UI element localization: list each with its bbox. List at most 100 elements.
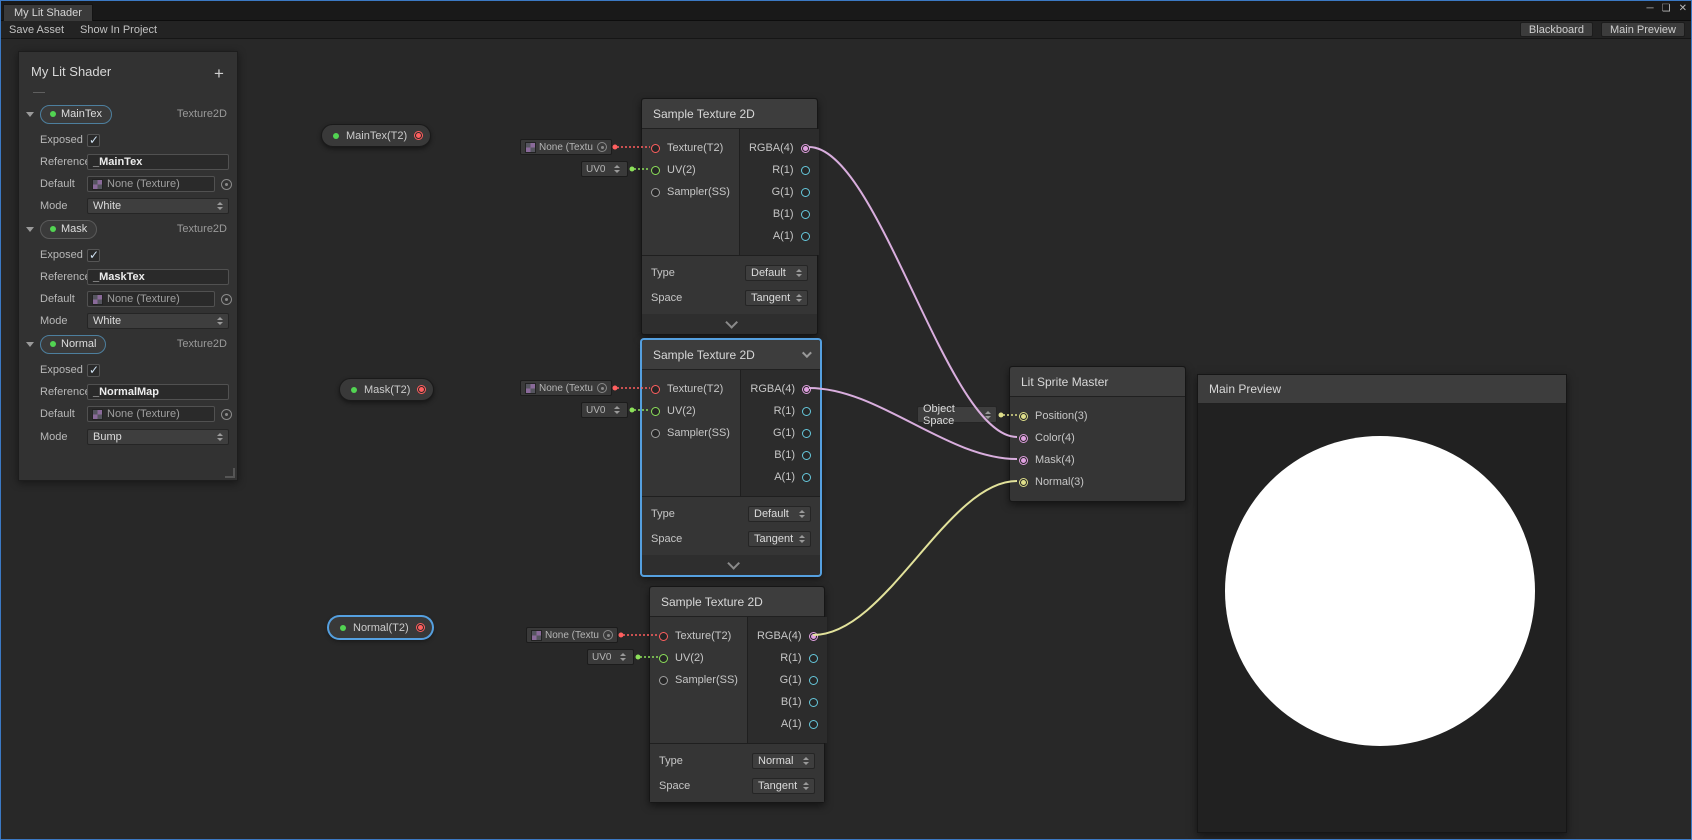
output-port-rgba[interactable] — [809, 632, 818, 641]
uv-channel-dongle[interactable]: UV0 — [587, 649, 634, 665]
mode-dropdown[interactable]: White — [87, 313, 229, 329]
input-port-sampler[interactable] — [651, 429, 660, 438]
reference-field[interactable]: _NormalMap — [87, 384, 229, 400]
uv-channel-dongle[interactable]: UV0 — [581, 402, 628, 418]
chevron-down-icon[interactable] — [802, 348, 812, 358]
object-picker-icon[interactable] — [221, 179, 232, 190]
space-dropdown[interactable]: Tangent — [752, 778, 815, 794]
property-pill-normal[interactable]: Normal — [40, 335, 106, 354]
sample-texture-2d-node-3[interactable]: Sample Texture 2D Texture(T2) UV(2) Samp… — [649, 586, 825, 803]
output-port-b[interactable] — [809, 698, 818, 707]
close-icon[interactable]: ✕ — [1679, 3, 1687, 14]
type-dropdown[interactable]: Normal — [752, 753, 815, 769]
reference-field[interactable]: _MainTex — [87, 154, 229, 170]
texture-default-dongle[interactable]: None (Texture) — [520, 380, 612, 396]
type-dropdown[interactable]: Default — [748, 506, 811, 522]
input-port-position[interactable] — [1019, 412, 1028, 421]
sample-texture-2d-node-1[interactable]: Sample Texture 2D Texture(T2) UV(2) Samp… — [641, 98, 818, 335]
input-port-texture[interactable] — [651, 385, 660, 394]
collapse-preview-button[interactable] — [642, 555, 820, 575]
output-port-texture2d[interactable] — [417, 385, 426, 394]
output-port-g[interactable] — [809, 676, 818, 685]
output-port-r[interactable] — [802, 407, 811, 416]
sample-texture-2d-node-2[interactable]: Sample Texture 2D Texture(T2) UV(2) Samp… — [641, 339, 821, 576]
minimize-icon[interactable]: ─ — [1647, 3, 1654, 14]
mode-dropdown[interactable]: Bump — [87, 429, 229, 445]
output-port-b[interactable] — [801, 210, 810, 219]
input-port-sampler[interactable] — [651, 188, 660, 197]
input-port-color[interactable] — [1019, 434, 1028, 443]
node-title-bar[interactable]: Lit Sprite Master — [1010, 367, 1185, 397]
main-preview-panel[interactable]: Main Preview — [1197, 374, 1567, 833]
output-port-rgba[interactable] — [801, 144, 810, 153]
input-port-uv[interactable] — [651, 407, 660, 416]
blackboard-toggle-button[interactable]: Blackboard — [1520, 22, 1593, 37]
uv-channel-dongle[interactable]: UV0 — [581, 161, 628, 177]
property-pill-mask[interactable]: Mask — [40, 220, 97, 239]
property-row-normal[interactable]: Normal Texture2D — [19, 334, 239, 354]
output-port-texture2d[interactable] — [416, 623, 425, 632]
preview-title-bar[interactable]: Main Preview — [1198, 375, 1566, 404]
output-port-texture2d[interactable] — [414, 131, 423, 140]
mode-dropdown[interactable]: White — [87, 198, 229, 214]
space-dropdown[interactable]: Tangent — [748, 531, 811, 547]
maximize-icon[interactable]: ❏ — [1662, 3, 1671, 14]
texture-default-dongle[interactable]: None (Texture) — [526, 627, 618, 643]
object-picker-icon[interactable] — [221, 294, 232, 305]
object-picker-icon[interactable] — [597, 383, 607, 393]
add-property-button[interactable]: + — [209, 64, 229, 84]
exposed-checkbox[interactable] — [87, 249, 100, 262]
texture-object-field[interactable]: None (Texture) — [87, 406, 215, 422]
foldout-icon[interactable] — [26, 342, 34, 347]
node-title-bar[interactable]: Sample Texture 2D — [642, 99, 817, 129]
blackboard-panel[interactable]: My Lit Shader + MainTex Texture2D Expose… — [18, 51, 238, 481]
output-port-r[interactable] — [809, 654, 818, 663]
input-port-mask[interactable] — [1019, 456, 1028, 465]
input-port-uv[interactable] — [651, 166, 660, 175]
property-pill-maintex[interactable]: MainTex — [40, 105, 112, 124]
resize-grip[interactable] — [225, 468, 235, 478]
output-port-a[interactable] — [809, 720, 818, 729]
foldout-icon[interactable] — [26, 112, 34, 117]
show-in-project-button[interactable]: Show In Project — [72, 23, 165, 37]
output-port-r[interactable] — [801, 166, 810, 175]
reference-field[interactable]: _MaskTex — [87, 269, 229, 285]
texture-object-field[interactable]: None (Texture) — [87, 176, 215, 192]
property-node-maintex[interactable]: MainTex(T2) — [321, 124, 431, 147]
output-port-g[interactable] — [802, 429, 811, 438]
texture-default-dongle[interactable]: None (Texture) — [520, 139, 612, 155]
object-picker-icon[interactable] — [221, 409, 232, 420]
input-port-uv[interactable] — [659, 654, 668, 663]
property-row-mask[interactable]: Mask Texture2D — [19, 219, 239, 239]
output-port-b[interactable] — [802, 451, 811, 460]
position-space-dropdown[interactable]: Object Space — [917, 406, 997, 423]
document-tab[interactable]: My Lit Shader — [3, 4, 93, 21]
space-dropdown[interactable]: Tangent — [745, 290, 808, 306]
main-preview-toggle-button[interactable]: Main Preview — [1601, 22, 1685, 37]
graph-canvas[interactable]: My Lit Shader + MainTex Texture2D Expose… — [1, 39, 1691, 839]
input-port-sampler[interactable] — [659, 676, 668, 685]
node-title-bar[interactable]: Sample Texture 2D — [642, 340, 820, 370]
foldout-icon[interactable] — [26, 227, 34, 232]
input-port-normal[interactable] — [1019, 478, 1028, 487]
exposed-checkbox[interactable] — [87, 134, 100, 147]
lit-sprite-master-node[interactable]: Lit Sprite Master Position(3) Color(4) M… — [1009, 366, 1186, 502]
input-port-texture[interactable] — [659, 632, 668, 641]
collapse-preview-button[interactable] — [642, 314, 817, 334]
texture-object-field[interactable]: None (Texture) — [87, 291, 215, 307]
output-port-g[interactable] — [801, 188, 810, 197]
type-dropdown[interactable]: Default — [745, 265, 808, 281]
object-picker-icon[interactable] — [597, 142, 607, 152]
property-row-maintex[interactable]: MainTex Texture2D — [19, 104, 239, 124]
input-port-texture[interactable] — [651, 144, 660, 153]
output-port-a[interactable] — [801, 232, 810, 241]
exposed-checkbox[interactable] — [87, 364, 100, 377]
output-port-a[interactable] — [802, 473, 811, 482]
object-picker-icon[interactable] — [603, 630, 613, 640]
node-title-bar[interactable]: Sample Texture 2D — [650, 587, 824, 617]
property-node-mask[interactable]: Mask(T2) — [339, 378, 434, 401]
dropdown-arrows-icon — [796, 269, 802, 277]
save-asset-button[interactable]: Save Asset — [1, 23, 72, 37]
property-node-normal[interactable]: Normal(T2) — [328, 616, 433, 639]
output-port-rgba[interactable] — [802, 385, 811, 394]
